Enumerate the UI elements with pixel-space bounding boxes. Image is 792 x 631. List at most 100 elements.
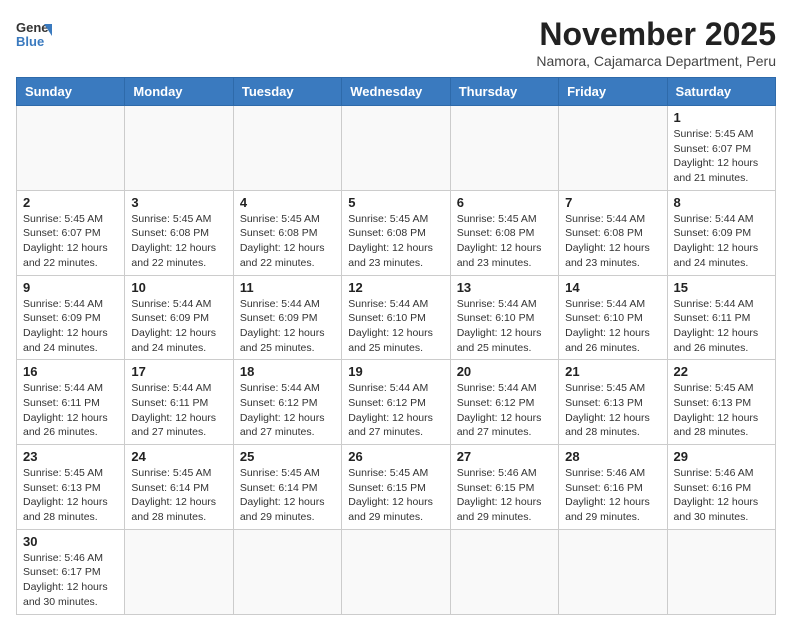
table-row (450, 529, 558, 614)
calendar-week-row: 2Sunrise: 5:45 AM Sunset: 6:07 PM Daylig… (17, 190, 776, 275)
day-info: Sunrise: 5:44 AM Sunset: 6:08 PM Dayligh… (565, 212, 660, 271)
days-header-row: Sunday Monday Tuesday Wednesday Thursday… (17, 78, 776, 106)
table-row: 8Sunrise: 5:44 AM Sunset: 6:09 PM Daylig… (667, 190, 775, 275)
day-number: 16 (23, 364, 118, 379)
table-row (17, 106, 125, 191)
day-info: Sunrise: 5:44 AM Sunset: 6:12 PM Dayligh… (240, 381, 335, 440)
day-info: Sunrise: 5:44 AM Sunset: 6:11 PM Dayligh… (674, 297, 769, 356)
day-number: 11 (240, 280, 335, 295)
table-row: 27 Sunrise: 5:46 AM Sunset: 6:15 PM Dayli… (450, 445, 558, 530)
table-row: 19 Sunrise: 5:44 AM Sunset: 6:12 PM Dayli… (342, 360, 450, 445)
table-row (342, 529, 450, 614)
table-row (450, 106, 558, 191)
table-row: 15Sunrise: 5:44 AM Sunset: 6:11 PM Dayli… (667, 275, 775, 360)
day-info: Sunrise: 5:44 AM Sunset: 6:11 PM Dayligh… (131, 381, 226, 440)
table-row: 7 Sunrise: 5:44 AM Sunset: 6:08 PM Daylig… (559, 190, 667, 275)
calendar-table: Sunday Monday Tuesday Wednesday Thursday… (16, 77, 776, 615)
table-row: 9Sunrise: 5:44 AM Sunset: 6:09 PM Daylig… (17, 275, 125, 360)
header-friday: Friday (559, 78, 667, 106)
day-number: 30 (23, 534, 118, 549)
day-number: 25 (240, 449, 335, 464)
day-number: 19 (348, 364, 443, 379)
day-info: Sunrise: 5:46 AM Sunset: 6:16 PM Dayligh… (674, 466, 769, 525)
day-number: 29 (674, 449, 769, 464)
table-row: 28Sunrise: 5:46 AM Sunset: 6:16 PM Dayli… (559, 445, 667, 530)
header-thursday: Thursday (450, 78, 558, 106)
day-number: 8 (674, 195, 769, 210)
day-info: Sunrise: 5:46 AM Sunset: 6:15 PM Dayligh… (457, 466, 552, 525)
table-row: 26 Sunrise: 5:45 AM Sunset: 6:15 PM Dayli… (342, 445, 450, 530)
day-info: Sunrise: 5:44 AM Sunset: 6:12 PM Dayligh… (348, 381, 443, 440)
header-sunday: Sunday (17, 78, 125, 106)
day-info: Sunrise: 5:45 AM Sunset: 6:08 PM Dayligh… (240, 212, 335, 271)
day-number: 9 (23, 280, 118, 295)
day-number: 22 (674, 364, 769, 379)
day-number: 4 (240, 195, 335, 210)
table-row: 22Sunrise: 5:45 AM Sunset: 6:13 PM Dayli… (667, 360, 775, 445)
header-monday: Monday (125, 78, 233, 106)
day-number: 17 (131, 364, 226, 379)
calendar-week-row: 23 Sunrise: 5:45 AM Sunset: 6:13 PM Dayli… (17, 445, 776, 530)
day-number: 14 (565, 280, 660, 295)
svg-text:Blue: Blue (16, 34, 44, 49)
day-number: 24 (131, 449, 226, 464)
title-area: November 2025 Namora, Cajamarca Departme… (536, 16, 776, 69)
table-row: 10Sunrise: 5:44 AM Sunset: 6:09 PM Dayli… (125, 275, 233, 360)
day-info: Sunrise: 5:45 AM Sunset: 6:08 PM Dayligh… (348, 212, 443, 271)
header-saturday: Saturday (667, 78, 775, 106)
table-row (667, 529, 775, 614)
table-row: 2Sunrise: 5:45 AM Sunset: 6:07 PM Daylig… (17, 190, 125, 275)
day-number: 26 (348, 449, 443, 464)
day-info: Sunrise: 5:46 AM Sunset: 6:17 PM Dayligh… (23, 551, 118, 610)
day-info: Sunrise: 5:45 AM Sunset: 6:13 PM Dayligh… (23, 466, 118, 525)
day-number: 18 (240, 364, 335, 379)
table-row (559, 106, 667, 191)
table-row: 24Sunrise: 5:45 AM Sunset: 6:14 PM Dayli… (125, 445, 233, 530)
day-info: Sunrise: 5:45 AM Sunset: 6:08 PM Dayligh… (457, 212, 552, 271)
table-row (342, 106, 450, 191)
header-wednesday: Wednesday (342, 78, 450, 106)
calendar-week-row: 16 Sunrise: 5:44 AM Sunset: 6:11 PM Dayli… (17, 360, 776, 445)
table-row: 12 Sunrise: 5:44 AM Sunset: 6:10 PM Dayli… (342, 275, 450, 360)
table-row (233, 529, 341, 614)
day-number: 1 (674, 110, 769, 125)
day-info: Sunrise: 5:44 AM Sunset: 6:11 PM Dayligh… (23, 381, 118, 440)
day-number: 23 (23, 449, 118, 464)
day-info: Sunrise: 5:45 AM Sunset: 6:07 PM Dayligh… (23, 212, 118, 271)
day-number: 7 (565, 195, 660, 210)
calendar-week-row: 30 Sunrise: 5:46 AM Sunset: 6:17 PM Dayli… (17, 529, 776, 614)
table-row (233, 106, 341, 191)
table-row (125, 529, 233, 614)
day-number: 27 (457, 449, 552, 464)
day-info: Sunrise: 5:44 AM Sunset: 6:10 PM Dayligh… (348, 297, 443, 356)
table-row: 23 Sunrise: 5:45 AM Sunset: 6:13 PM Dayli… (17, 445, 125, 530)
table-row: 5 Sunrise: 5:45 AM Sunset: 6:08 PM Daylig… (342, 190, 450, 275)
table-row: 14 Sunrise: 5:44 AM Sunset: 6:10 PM Dayli… (559, 275, 667, 360)
table-row: 13 Sunrise: 5:44 AM Sunset: 6:10 PM Dayli… (450, 275, 558, 360)
table-row (559, 529, 667, 614)
day-info: Sunrise: 5:44 AM Sunset: 6:10 PM Dayligh… (565, 297, 660, 356)
day-number: 6 (457, 195, 552, 210)
logo-icon: General Blue (16, 16, 52, 52)
day-info: Sunrise: 5:45 AM Sunset: 6:15 PM Dayligh… (348, 466, 443, 525)
day-info: Sunrise: 5:46 AM Sunset: 6:16 PM Dayligh… (565, 466, 660, 525)
table-row: 17 Sunrise: 5:44 AM Sunset: 6:11 PM Dayli… (125, 360, 233, 445)
page-header: General Blue November 2025 Namora, Cajam… (16, 16, 776, 69)
day-number: 5 (348, 195, 443, 210)
table-row: 3Sunrise: 5:45 AM Sunset: 6:08 PM Daylig… (125, 190, 233, 275)
day-info: Sunrise: 5:45 AM Sunset: 6:14 PM Dayligh… (240, 466, 335, 525)
header-tuesday: Tuesday (233, 78, 341, 106)
table-row: 21Sunrise: 5:45 AM Sunset: 6:13 PM Dayli… (559, 360, 667, 445)
day-info: Sunrise: 5:44 AM Sunset: 6:10 PM Dayligh… (457, 297, 552, 356)
day-number: 3 (131, 195, 226, 210)
day-info: Sunrise: 5:44 AM Sunset: 6:12 PM Dayligh… (457, 381, 552, 440)
table-row: 4 Sunrise: 5:45 AM Sunset: 6:08 PM Daylig… (233, 190, 341, 275)
day-number: 13 (457, 280, 552, 295)
day-info: Sunrise: 5:44 AM Sunset: 6:09 PM Dayligh… (131, 297, 226, 356)
day-number: 20 (457, 364, 552, 379)
month-title: November 2025 (536, 16, 776, 53)
table-row: 11Sunrise: 5:44 AM Sunset: 6:09 PM Dayli… (233, 275, 341, 360)
day-number: 12 (348, 280, 443, 295)
location-subtitle: Namora, Cajamarca Department, Peru (536, 53, 776, 69)
day-info: Sunrise: 5:45 AM Sunset: 6:07 PM Dayligh… (674, 127, 769, 186)
